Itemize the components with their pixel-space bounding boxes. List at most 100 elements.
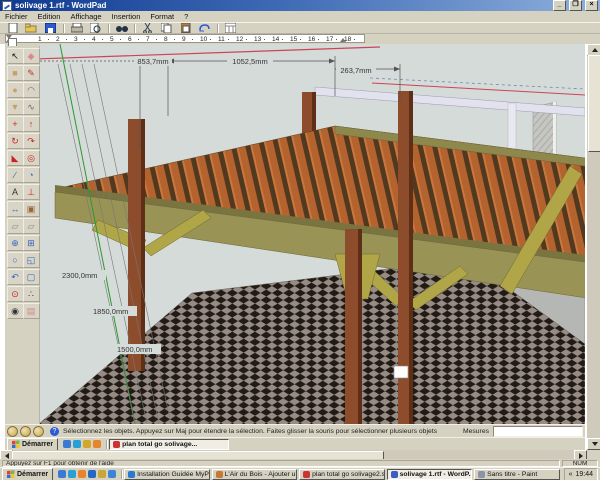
- menu-format[interactable]: Format: [145, 12, 179, 21]
- rotate-tool[interactable]: ↻: [6, 133, 24, 149]
- eraser-tool[interactable]: ◆: [22, 48, 40, 64]
- embedded-sketchup-image[interactable]: ↖ ◆ ■ ✎ ● ◠ ▼ ∿ + ↑ ↻ ↷ ◣ ◎ ∕ ◔ A ⊥ ↔ ▣ ▱ ▱ ⊕ ⊞ ○ ◱ ↶ ▢ ⊙ ∴ ◉ ▤: [5, 38, 585, 451]
- previous-view-tool[interactable]: ↶: [6, 269, 24, 285]
- maximize-button[interactable]: ❐: [569, 0, 582, 11]
- taskbar-divider: [106, 439, 108, 449]
- dimension-tool[interactable]: ↔: [6, 201, 24, 217]
- document-area[interactable]: ↖ ◆ ■ ✎ ● ◠ ▼ ∿ + ↑ ↻ ↷ ◣ ◎ ∕ ◔ A ⊥ ↔ ▣ ▱ ▱ ⊕ ⊞ ○ ◱ ↶ ▢ ⊙ ∴ ◉ ▤: [0, 38, 600, 451]
- tape-measure-tool[interactable]: ∕: [6, 167, 24, 183]
- toolbar-separator: [217, 23, 218, 33]
- rectangle-tool[interactable]: ■: [6, 65, 24, 81]
- freehand-tool[interactable]: ∿: [22, 99, 40, 115]
- task-icon: [128, 470, 136, 478]
- protractor-tool[interactable]: ◔: [22, 167, 40, 183]
- ruler-number: 10: [200, 36, 208, 43]
- pan-tool[interactable]: ⊞: [22, 235, 40, 251]
- task-button-air-du-bois[interactable]: L'Air du Bois - Ajouter un...: [211, 468, 298, 480]
- menu-affichage[interactable]: Affichage: [65, 12, 106, 21]
- vertical-scrollbar[interactable]: [587, 44, 600, 450]
- save-icon[interactable]: [41, 22, 60, 35]
- start-button[interactable]: Démarrer: [2, 467, 54, 480]
- ruler-number: 18: [344, 36, 352, 43]
- task-button-sketchup-plan[interactable]: plan total go solivage2.s...: [299, 468, 385, 480]
- push-pull-tool[interactable]: ↑: [22, 116, 40, 132]
- paste-icon[interactable]: [176, 22, 195, 35]
- arc-tool[interactable]: ◠: [22, 82, 40, 98]
- sun-app-icon[interactable]: [83, 440, 92, 448]
- position-camera-tool[interactable]: ⊙: [6, 286, 24, 302]
- sketchup-canvas[interactable]: 853,7mm 1052,5mm 263,7mm 2300,0mm 1850,0…: [40, 44, 585, 424]
- circle-tool[interactable]: ●: [6, 82, 24, 98]
- move-tool[interactable]: +: [6, 116, 24, 132]
- line-tool[interactable]: ✎: [22, 65, 40, 81]
- scrollbar-corner: [587, 450, 600, 459]
- ruler-number: 3: [74, 36, 78, 43]
- left-post: [128, 119, 145, 371]
- text-tool[interactable]: A: [6, 184, 24, 200]
- polygon-tool[interactable]: ▼: [6, 99, 24, 115]
- walk-tool[interactable]: ∴: [22, 286, 40, 302]
- media-player-icon[interactable]: [73, 440, 82, 448]
- browser-icon[interactable]: [108, 470, 117, 478]
- internet-explorer-icon[interactable]: [58, 470, 67, 478]
- zoom-window-tool[interactable]: ◱: [22, 252, 40, 268]
- tray-chevron[interactable]: «: [569, 471, 573, 478]
- internet-explorer-icon[interactable]: [63, 440, 72, 448]
- date-time-icon[interactable]: [221, 22, 240, 35]
- task-button-installation[interactable]: Installation Guidée MyPC...: [124, 468, 210, 480]
- zoom-extents-tool[interactable]: ▢: [22, 269, 40, 285]
- paint-bucket-tool[interactable]: ▣: [22, 201, 40, 217]
- num-lock-indicator: NUM: [562, 459, 598, 467]
- horizontal-scrollbar[interactable]: [0, 450, 587, 461]
- zoom-tool[interactable]: ○: [6, 252, 24, 268]
- measures-value-box[interactable]: [493, 425, 583, 437]
- menu-insertion[interactable]: Insertion: [107, 12, 146, 21]
- vertical-scroll-thumb[interactable]: [588, 55, 600, 152]
- show-desktop-icon[interactable]: [98, 470, 107, 478]
- undo-icon[interactable]: [195, 22, 214, 35]
- minimize-button[interactable]: _: [553, 0, 566, 11]
- model-scene: 853,7mm 1052,5mm 263,7mm 2300,0mm 1850,0…: [40, 44, 585, 424]
- attribution-icon[interactable]: [20, 425, 31, 437]
- print-icon[interactable]: [67, 22, 86, 35]
- toolbar-separator: [108, 23, 109, 33]
- task-button-paint[interactable]: Sans titre - Paint: [474, 468, 560, 480]
- help-icon[interactable]: ?: [50, 426, 59, 436]
- scale-tool[interactable]: ◣: [6, 150, 24, 166]
- start-label: Démarrer: [17, 470, 49, 478]
- look-around-tool[interactable]: ◉: [6, 303, 24, 319]
- media-player-icon[interactable]: [68, 470, 77, 478]
- copy-icon[interactable]: [157, 22, 176, 35]
- menu-edition[interactable]: Edition: [33, 12, 66, 21]
- outlook-icon[interactable]: [88, 470, 97, 478]
- new-document-icon[interactable]: [3, 22, 22, 35]
- embedded-quick-launch: [63, 440, 102, 448]
- orbit-tool[interactable]: ⊕: [6, 235, 24, 251]
- chrome-icon[interactable]: [78, 470, 87, 478]
- ruler-numbers[interactable]: 1 2 3 4 5 6 7 8 9 10 11 12 13 14 15 16 17 18: [5, 34, 365, 43]
- ruler-number: 4: [92, 36, 96, 43]
- ruler-number: 8: [164, 36, 168, 43]
- task-button-wordpad[interactable]: solivage 1.rtf - WordP...: [386, 468, 473, 480]
- print-preview-icon[interactable]: [86, 22, 105, 35]
- find-icon[interactable]: [112, 22, 131, 35]
- section-plane-tool[interactable]: ▤: [22, 303, 40, 319]
- attribution-icon[interactable]: [7, 425, 18, 437]
- open-icon[interactable]: [22, 22, 41, 35]
- offset-tool[interactable]: ◎: [22, 150, 40, 166]
- follow-me-tool[interactable]: ↷: [22, 133, 40, 149]
- task-label: L'Air du Bois - Ajouter un...: [224, 470, 298, 478]
- attribution-icon[interactable]: [33, 425, 44, 437]
- embedded-task-button[interactable]: plan total go solivage...: [109, 438, 230, 450]
- menu-fichier[interactable]: Fichier: [0, 12, 33, 21]
- scroll-down-button[interactable]: [587, 438, 600, 450]
- chrome-icon[interactable]: [93, 440, 102, 448]
- cut-icon[interactable]: [138, 22, 157, 35]
- select-tool[interactable]: ↖: [6, 48, 24, 64]
- group-tool[interactable]: ▱: [22, 218, 40, 234]
- embedded-start-button[interactable]: Démarrer: [7, 437, 59, 451]
- close-button[interactable]: ×: [585, 0, 598, 11]
- axes-tool[interactable]: ⊥: [22, 184, 40, 200]
- menu-aide[interactable]: ?: [179, 12, 193, 21]
- make-component-tool[interactable]: ▱: [6, 218, 24, 234]
